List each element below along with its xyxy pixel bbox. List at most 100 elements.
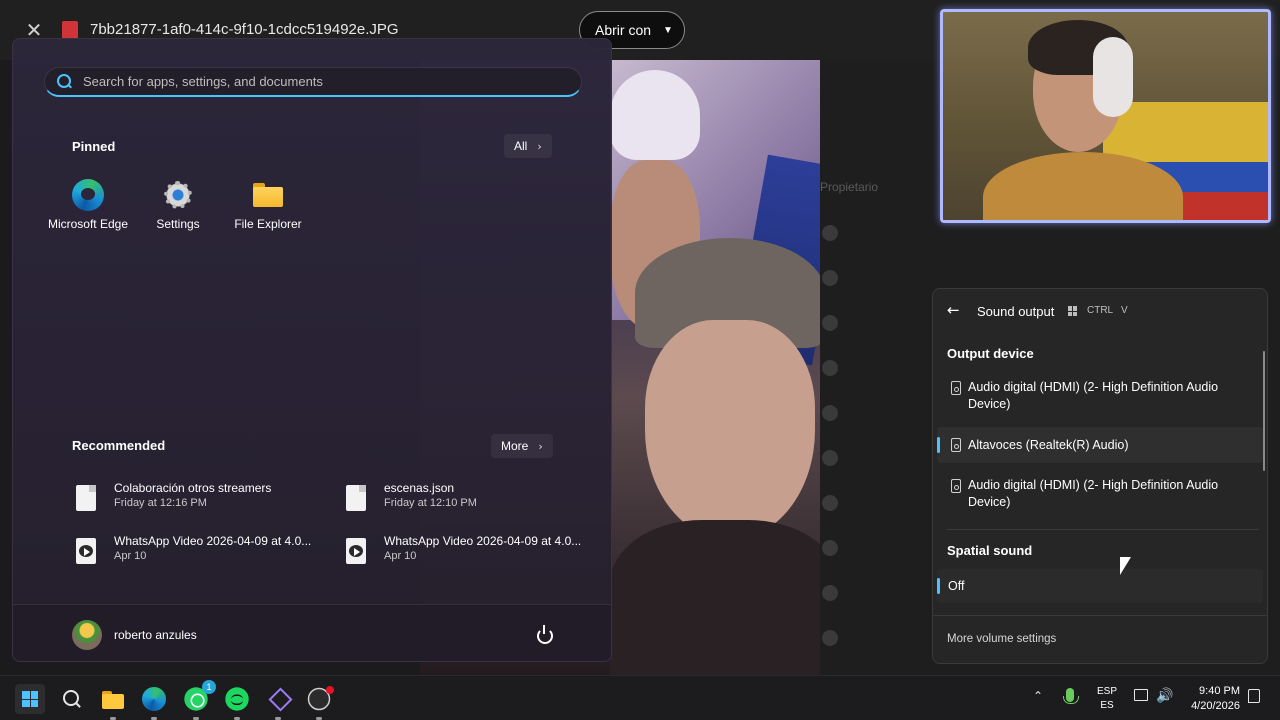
owner-avatar-icon	[822, 450, 838, 466]
clock[interactable]: 9:40 PM 4/20/2026	[1186, 684, 1240, 714]
recommended-item[interactable]: WhatsApp Video 2026-04-09 at 4.0... Apr …	[76, 534, 326, 574]
spatial-sound-label: Spatial sound	[947, 543, 1033, 558]
all-apps-button[interactable]: All ›	[504, 134, 552, 158]
pinned-app-label: Settings	[156, 217, 200, 231]
pinned-app-edge[interactable]: Microsoft Edge	[43, 179, 133, 231]
viewer-filename: 7bb21877-1af0-414c-9f10-1cdcc519492e.JPG	[90, 21, 399, 38]
taskbar: 1 ⌃ ESP ES 🔊 9:40 PM 4/20/2026	[0, 675, 1280, 720]
start-search-box[interactable]	[44, 67, 582, 97]
start-button[interactable]	[15, 684, 45, 714]
spatial-sound-value: Off	[948, 579, 965, 593]
device-label: Audio digital (HDMI) (2- High Definition…	[968, 478, 1219, 509]
owner-column-header: Propietario	[820, 180, 879, 194]
recommended-item[interactable]: escenas.json Friday at 12:10 PM	[346, 481, 596, 521]
notification-badge: 1	[202, 680, 216, 694]
start-menu: Pinned All › Microsoft Edge Settings Fil…	[12, 38, 612, 662]
power-icon[interactable]	[535, 625, 555, 645]
notification-icon[interactable]	[1248, 689, 1260, 703]
shortcut-key-v: V	[1121, 305, 1128, 316]
user-name[interactable]: roberto anzules	[114, 628, 197, 642]
device-label: Altavoces (Realtek(R) Audio)	[968, 438, 1129, 452]
pinned-app-file-explorer[interactable]: File Explorer	[223, 179, 313, 231]
app-diamond-icon[interactable]	[263, 684, 293, 714]
sound-output-flyout: ← Sound output CTRL V Output device Audi…	[932, 288, 1268, 664]
recommended-item-date: Friday at 12:10 PM	[384, 497, 477, 509]
chevron-right-icon: ›	[537, 139, 542, 153]
obs-button[interactable]	[304, 684, 334, 714]
volume-icon[interactable]: 🔊	[1156, 688, 1173, 704]
pinned-title: Pinned	[72, 139, 116, 154]
output-device-item[interactable]: Audio digital (HDMI) (2- High Definition…	[937, 373, 1263, 419]
selection-indicator	[937, 578, 940, 594]
recommended-item-name: escenas.json	[384, 481, 455, 495]
owner-avatar-icon	[822, 405, 838, 421]
owner-avatar-icon	[822, 630, 838, 646]
chevron-right-icon: ›	[538, 439, 543, 453]
speaker-icon	[951, 381, 961, 395]
taskbar-search-icon[interactable]	[57, 684, 87, 714]
all-apps-label: All	[514, 139, 528, 153]
pinned-app-label: Microsoft Edge	[47, 217, 129, 231]
recommended-item-date: Friday at 12:16 PM	[114, 497, 207, 509]
clock-date: 4/20/2026	[1191, 700, 1240, 712]
divider	[933, 615, 1267, 616]
spatial-sound-off-item[interactable]: Off	[937, 569, 1263, 603]
device-label: Audio digital (HDMI) (2- High Definition…	[968, 380, 1219, 411]
search-icon	[57, 73, 73, 90]
recommended-item-name: Colaboración otros streamers	[114, 481, 272, 495]
edge-icon[interactable]	[142, 687, 166, 711]
file-explorer-icon[interactable]	[98, 684, 128, 714]
recording-dot-icon	[326, 686, 334, 694]
recommended-item-name: WhatsApp Video 2026-04-09 at 4.0...	[114, 534, 312, 548]
more-volume-settings-link[interactable]: More volume settings	[947, 633, 1056, 645]
gear-icon	[162, 179, 194, 211]
windows-logo-icon	[22, 691, 38, 707]
selection-indicator	[937, 437, 940, 453]
recommended-item-date: Apr 10	[114, 550, 147, 562]
recommended-item-date: Apr 10	[384, 550, 417, 562]
output-device-label: Output device	[947, 346, 1034, 361]
search-input[interactable]	[83, 74, 563, 89]
image-file-icon	[62, 21, 78, 39]
keyboard-layout: ES	[1100, 700, 1114, 711]
speaker-icon	[951, 479, 961, 493]
scrollbar[interactable]	[1263, 351, 1265, 471]
avatar[interactable]	[72, 620, 102, 650]
open-with-label: Abrir con	[595, 22, 652, 38]
webcam-overlay	[940, 9, 1271, 223]
windows-key-icon	[1068, 306, 1078, 316]
owner-avatar-icon	[822, 225, 838, 241]
clock-time: 9:40 PM	[1199, 685, 1240, 697]
spotify-icon[interactable]	[225, 687, 249, 711]
owner-avatar-icon	[822, 270, 838, 286]
back-arrow-icon[interactable]: ←	[947, 301, 965, 321]
owner-avatar-icon	[822, 585, 838, 601]
more-recommended-button[interactable]: More ›	[491, 434, 553, 458]
network-icon[interactable]	[1134, 689, 1148, 701]
more-label: More	[501, 439, 529, 453]
pinned-app-settings[interactable]: Settings	[133, 179, 223, 231]
output-device-item-selected[interactable]: Altavoces (Realtek(R) Audio)	[937, 427, 1263, 463]
document-icon	[346, 485, 366, 511]
recommended-item[interactable]: Colaboración otros streamers Friday at 1…	[76, 481, 326, 521]
owner-avatar-icon	[822, 360, 838, 376]
recommended-item-name: WhatsApp Video 2026-04-09 at 4.0...	[384, 534, 582, 548]
shortcut-key-ctrl: CTRL	[1087, 305, 1114, 316]
whatsapp-button[interactable]: 1	[181, 680, 216, 714]
microphone-icon[interactable]	[1063, 688, 1079, 704]
owner-avatar-icon	[822, 315, 838, 331]
folder-icon	[252, 179, 284, 211]
document-icon	[76, 485, 96, 511]
divider	[947, 529, 1259, 530]
language-indicator[interactable]: ESP ES	[1097, 685, 1117, 713]
recommended-item[interactable]: WhatsApp Video 2026-04-09 at 4.0... Apr …	[346, 534, 596, 574]
output-device-item[interactable]: Audio digital (HDMI) (2- High Definition…	[937, 471, 1263, 517]
tray-chevron-up-icon[interactable]: ⌃	[1033, 689, 1043, 703]
edge-icon	[72, 179, 104, 211]
owner-avatar-icon	[822, 495, 838, 511]
video-file-icon	[76, 538, 96, 564]
start-footer: roberto anzules	[13, 604, 611, 661]
speaker-icon	[951, 438, 961, 452]
sound-output-title: Sound output	[977, 304, 1055, 319]
pinned-app-label: File Explorer	[234, 217, 302, 231]
